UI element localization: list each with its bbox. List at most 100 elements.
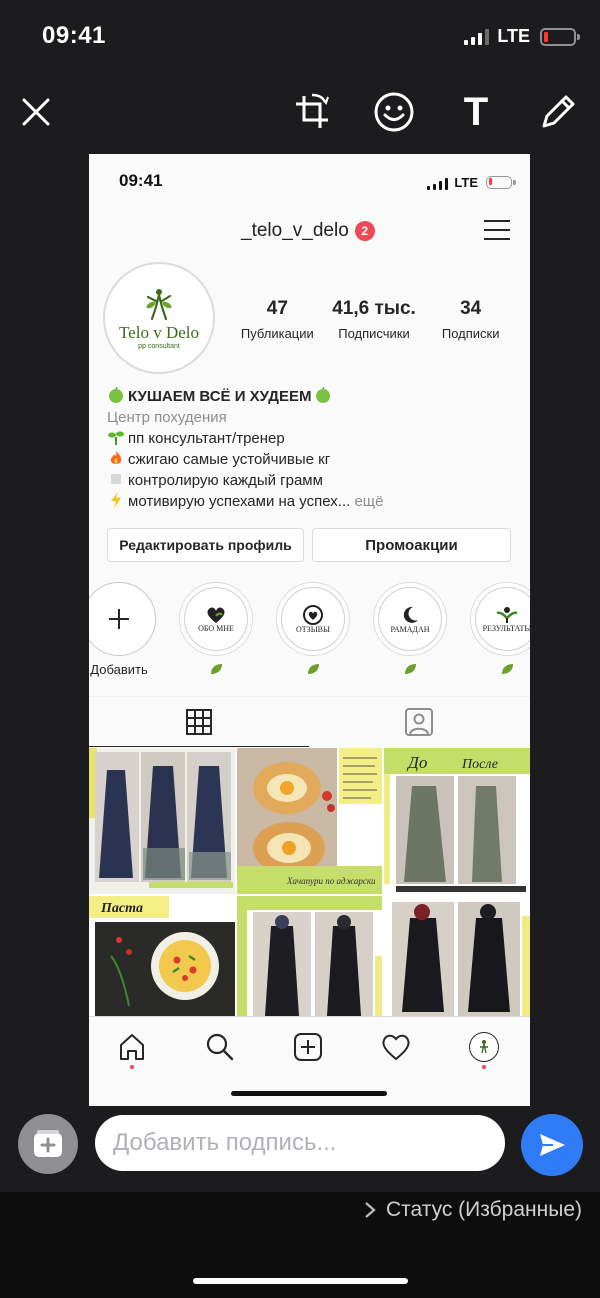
post-image [384, 896, 530, 1016]
post-thumbnail[interactable]: Хачапури по аджарски [236, 748, 383, 894]
post-thumbnail[interactable] [89, 748, 235, 894]
bio-name: КУШАЕМ ВСЁ И ХУДЕЕМ [107, 386, 517, 407]
highlight-label [372, 662, 448, 676]
inner-status-indicators: LTE [427, 174, 516, 190]
stat-value: 41,6 тыс. [332, 298, 416, 319]
username-label: _telo_v_delo [241, 220, 349, 241]
instagram-tab-bar [89, 1016, 530, 1106]
status-label: Статус (Избранные) [385, 1198, 582, 1221]
search-icon [206, 1033, 234, 1061]
plus-icon [109, 609, 129, 629]
crop-button[interactable] [284, 84, 340, 140]
search-tab[interactable] [200, 1027, 240, 1067]
activity-dot [130, 1065, 134, 1069]
highlight-title: ОБО МНЕ [198, 623, 234, 633]
promotions-button[interactable]: Промоакции [312, 528, 511, 562]
highlight-title: РЕЗУЛЬТАТЫ [482, 623, 530, 633]
after-label: После [461, 757, 498, 772]
signal-icon [427, 174, 449, 190]
profile-tab[interactable] [464, 1027, 504, 1069]
username[interactable]: _telo_v_delo 2 [241, 220, 375, 242]
sticker-button[interactable] [366, 84, 422, 140]
green-apple-icon [109, 387, 123, 403]
draw-button[interactable] [530, 84, 586, 140]
stat-value: 47 [266, 298, 288, 319]
highlight-results[interactable]: РЕЗУЛЬТАТЫ [469, 582, 530, 676]
text-button[interactable]: T [448, 84, 504, 140]
stat-following[interactable]: 34 Подписки [422, 298, 519, 341]
post-thumbnail[interactable]: Паста [89, 896, 235, 1016]
white-square-icon [111, 474, 121, 484]
inner-clock: 09:41 [119, 171, 163, 190]
highlight-label [178, 662, 254, 676]
before-label: До [406, 753, 427, 772]
bio-text: пп консультант/тренер [128, 430, 285, 447]
add-photo-icon [34, 1130, 62, 1157]
highlight-label: Добавить [90, 662, 148, 677]
post-image [89, 748, 235, 894]
heart-outline-icon [303, 604, 323, 625]
hamburger-menu-icon[interactable] [484, 220, 510, 244]
leaf-icon [308, 664, 319, 674]
post-image: До После [384, 748, 530, 894]
highlight-label [275, 662, 351, 676]
bio-text: сжигаю самые устойчивые кг [128, 451, 331, 468]
bio-line: мотивирую успехами на успех... ещё [107, 491, 517, 512]
network-type: LTE [497, 26, 530, 46]
leaf-figure-icon [146, 288, 172, 320]
highlight-ramadan[interactable]: РАМАДАН [372, 582, 448, 676]
stat-value: 34 [460, 298, 482, 319]
avatar[interactable]: Telo v Delo pp consultant [103, 262, 215, 374]
clock: 09:41 [42, 22, 106, 49]
edit-profile-button[interactable]: Редактировать профиль [107, 528, 304, 562]
post-caption: Хачапури по аджарски [286, 876, 376, 886]
home-tab[interactable] [112, 1027, 152, 1069]
green-apple-icon [316, 387, 331, 403]
profile-header: _telo_v_delo 2 [89, 214, 530, 250]
tab-tagged[interactable] [309, 697, 529, 747]
bio-more-link[interactable]: ещё [354, 493, 383, 510]
profile-tabs [89, 696, 530, 747]
figure-leaves-icon [496, 606, 518, 623]
new-post-tab[interactable] [288, 1027, 328, 1067]
posts-grid: Хачапури по аджарски До После Паста [89, 748, 530, 1016]
grid-icon [186, 708, 212, 735]
tagged-user-icon [405, 708, 433, 736]
post-thumbnail[interactable] [236, 896, 383, 1016]
send-button[interactable] [521, 1114, 583, 1176]
post-thumbnail[interactable]: До После [384, 748, 530, 894]
highlight-reviews[interactable]: ОТЗЫВЫ [275, 582, 351, 676]
bio-line: пп консультант/тренер [107, 428, 517, 449]
system-status-bar: 09:41 LTE [0, 0, 600, 72]
profile-bio: КУШАЕМ ВСЁ И ХУДЕЕМ Центр похудения пп к… [107, 386, 517, 512]
seedling-icon [108, 431, 124, 445]
highlight-about[interactable]: ОБО МНЕ [178, 582, 254, 676]
activity-dot [482, 1065, 486, 1069]
activity-tab[interactable] [376, 1027, 416, 1067]
logo-subtitle: pp consultant [138, 342, 180, 350]
close-button[interactable] [8, 84, 64, 140]
editor-toolbar: T [0, 84, 600, 144]
stat-posts[interactable]: 47 Публикации [229, 298, 326, 341]
profile-avatar-icon [469, 1032, 499, 1062]
caption-bar [0, 1112, 600, 1178]
highlight-label [469, 662, 530, 676]
notification-badge: 2 [354, 221, 375, 241]
pencil-icon [542, 95, 575, 128]
add-media-button[interactable] [18, 1114, 78, 1174]
profile-actions: Редактировать профиль Промоакции [107, 528, 511, 562]
highlight-add[interactable]: Добавить [89, 582, 157, 677]
story-highlights: Добавить ОБО МНЕ ОТЗЫВЫ РАМАДАН РЕЗУЛЬТА… [89, 582, 530, 686]
stat-label: Публикации [240, 326, 314, 341]
stat-followers[interactable]: 41,6 тыс. Подписчики [326, 298, 423, 341]
bio-title: КУШАЕМ ВСЁ И ХУДЕЕМ [128, 388, 312, 405]
home-icon [120, 1034, 144, 1060]
screenshot-preview[interactable]: 09:41 LTE _telo_v_delo 2 Telo v Delo pp … [89, 154, 530, 1106]
caption-input[interactable] [95, 1115, 505, 1171]
crescent-icon [403, 606, 418, 623]
status-audience-selector[interactable]: Статус (Избранные) [364, 1198, 582, 1222]
tab-grid[interactable] [89, 697, 309, 747]
logo-title: Telo v Delo [118, 322, 199, 342]
battery-icon [540, 27, 580, 46]
post-thumbnail[interactable] [384, 896, 530, 1016]
